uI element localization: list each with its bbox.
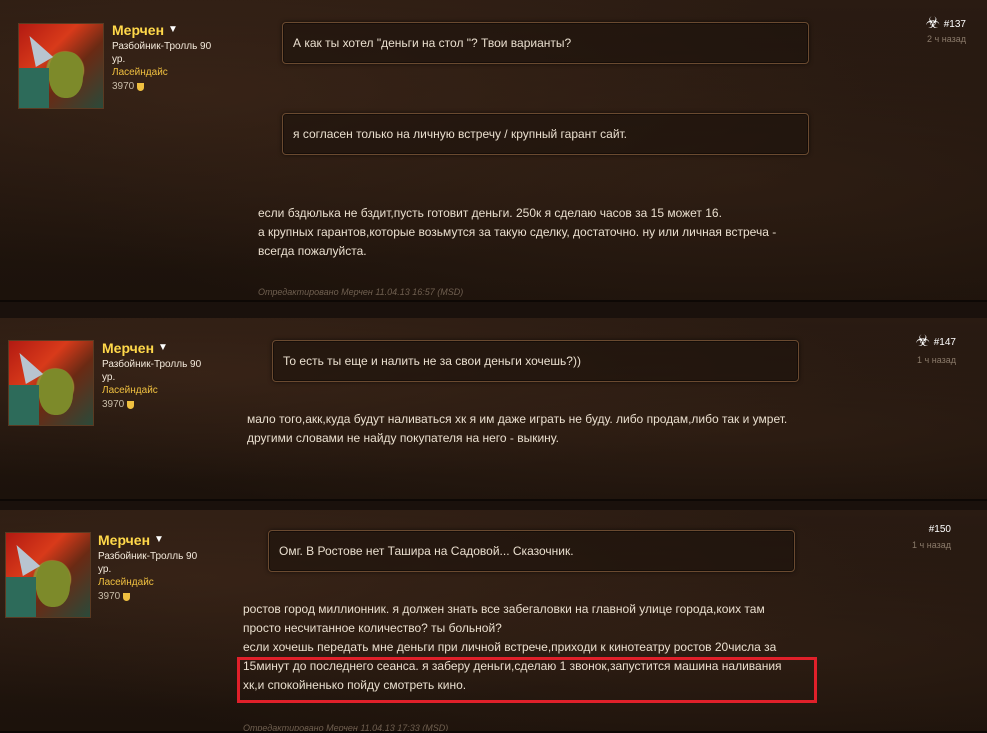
post-line: если хочешь передать мне деньги при личн… bbox=[243, 640, 777, 654]
author-name[interactable]: Мерчен ▼ bbox=[112, 22, 224, 38]
post-number[interactable]: #137 bbox=[944, 19, 966, 30]
points-value: 3970 bbox=[102, 399, 125, 410]
post-line: другими словами не найду покупателя на н… bbox=[247, 431, 559, 445]
post-line: просто несчитанное количество? ты больно… bbox=[243, 621, 502, 635]
author-name-text[interactable]: Мерчен bbox=[102, 340, 154, 356]
chevron-down-icon[interactable]: ▼ bbox=[158, 343, 168, 353]
points-value: 3970 bbox=[112, 81, 135, 92]
quote-block: То есть ты еще и налить не за свои деньг… bbox=[272, 340, 799, 382]
biohazard-icon[interactable]: ☣ bbox=[914, 333, 932, 351]
quote-block: А как ты хотел "деньги на стол "? Твои в… bbox=[282, 22, 809, 64]
post-meta: ☣ #147 1 ч назад bbox=[836, 333, 956, 365]
post-137: Мерчен ▼ Разбойник-Тролль 90 ур. Ласейнд… bbox=[0, 0, 987, 302]
shield-icon bbox=[123, 593, 131, 601]
avatar[interactable] bbox=[8, 340, 94, 426]
post-body: если бздюлька не бздит,пусть готовит ден… bbox=[258, 204, 858, 261]
author-class: Разбойник-Тролль 90 ур. bbox=[102, 359, 202, 383]
author-realm[interactable]: Ласейндайс bbox=[112, 66, 224, 79]
author-points: 3970 bbox=[102, 397, 214, 413]
author-name-text[interactable]: Мерчен bbox=[98, 532, 150, 548]
post-line: всегда пожалуйста. bbox=[258, 244, 367, 258]
quote-text: То есть ты еще и налить не за свои деньг… bbox=[283, 354, 581, 368]
quote-text: А как ты хотел "деньги на стол "? Твои в… bbox=[293, 36, 572, 50]
post-body: мало того,акк,куда будут наливаться хк я… bbox=[247, 410, 887, 448]
post-line: ростов город миллионник. я должен знать … bbox=[243, 602, 765, 616]
author-realm[interactable]: Ласейндайс bbox=[98, 576, 210, 589]
chevron-down-icon[interactable]: ▼ bbox=[168, 25, 178, 35]
avatar[interactable] bbox=[18, 23, 104, 109]
post-time: 1 ч назад bbox=[912, 540, 951, 550]
post-time: 2 ч назад bbox=[927, 34, 966, 44]
avatar[interactable] bbox=[5, 532, 91, 618]
quote-text: Омг. В Ростове нет Ташира на Садовой... … bbox=[279, 544, 574, 558]
author-points: 3970 bbox=[98, 589, 210, 605]
chevron-down-icon[interactable]: ▼ bbox=[154, 535, 164, 545]
post-number[interactable]: #150 bbox=[929, 524, 951, 535]
points-value: 3970 bbox=[98, 591, 121, 602]
author-points: 3970 bbox=[112, 79, 224, 95]
post-147: Мерчен ▼ Разбойник-Тролль 90 ур. Ласейнд… bbox=[0, 318, 987, 501]
author-realm[interactable]: Ласейндайс bbox=[102, 384, 214, 397]
author-info: Мерчен ▼ Разбойник-Тролль 90 ур. Ласейнд… bbox=[98, 532, 210, 605]
author-info: Мерчен ▼ Разбойник-Тролль 90 ур. Ласейнд… bbox=[112, 22, 224, 95]
author-name[interactable]: Мерчен ▼ bbox=[98, 532, 210, 548]
post-meta: ☣ #137 2 ч назад bbox=[846, 15, 966, 44]
edited-note: Отредактировано Мерчен 11.04.13 16:57 (M… bbox=[258, 287, 464, 297]
edited-note: Отредактировано Мерчен 11.04.13 17:33 (M… bbox=[243, 723, 449, 733]
post-line: если бздюлька не бздит,пусть готовит ден… bbox=[258, 206, 722, 220]
post-number[interactable]: #147 bbox=[934, 337, 956, 348]
author-class: Разбойник-Тролль 90 ур. bbox=[98, 551, 198, 575]
highlight-box bbox=[237, 657, 817, 703]
shield-icon bbox=[127, 401, 135, 409]
quote-block: Омг. В Ростове нет Ташира на Садовой... … bbox=[268, 530, 795, 572]
quote-block: я согласен только на личную встречу / кр… bbox=[282, 113, 809, 155]
post-line: мало того,акк,куда будут наливаться хк я… bbox=[247, 412, 788, 426]
post-time: 1 ч назад bbox=[917, 355, 956, 365]
author-class: Разбойник-Тролль 90 ур. bbox=[112, 41, 212, 65]
author-name[interactable]: Мерчен ▼ bbox=[102, 340, 214, 356]
author-name-text[interactable]: Мерчен bbox=[112, 22, 164, 38]
biohazard-icon[interactable]: ☣ bbox=[924, 15, 942, 33]
shield-icon bbox=[137, 83, 145, 91]
post-meta: #150 1 ч назад bbox=[831, 524, 951, 550]
quote-text: я согласен только на личную встречу / кр… bbox=[293, 127, 628, 141]
author-info: Мерчен ▼ Разбойник-Тролль 90 ур. Ласейнд… bbox=[102, 340, 214, 413]
post-line: а крупных гарантов,которые возьмутся за … bbox=[258, 225, 777, 239]
